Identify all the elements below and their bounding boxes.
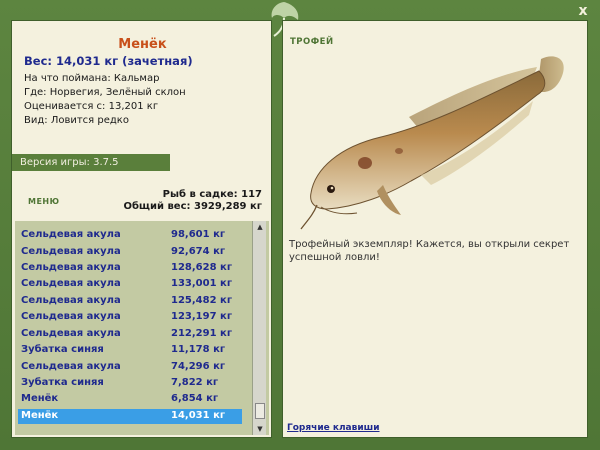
list-item[interactable]: Сельдевая акула 123,197 кг <box>18 310 242 325</box>
version-bar: Версия игры: 3.7.5 <box>12 154 170 171</box>
fish-valued: Оценивается с: 13,201 кг <box>24 101 159 112</box>
list-item-selected[interactable]: Менёк 14,031 кг <box>18 409 242 424</box>
fish-info-panel: Менёк Вес: 14,031 кг (зачетная) На что п… <box>11 20 272 438</box>
scroll-up-arrow-icon[interactable]: ▲ <box>253 221 267 233</box>
list-item-name: Сельдевая акула <box>21 262 121 273</box>
fish-place: Где: Норвегия, Зелёный склон <box>24 87 186 98</box>
list-item[interactable]: Зубатка синяя 11,178 кг <box>18 343 242 358</box>
list-item-name: Менёк <box>21 410 59 421</box>
list-item-name: Сельдевая акула <box>21 311 121 322</box>
list-item-weight: 14,031 кг <box>171 410 226 421</box>
list-item[interactable]: Сельдевая акула 74,296 кг <box>18 360 242 375</box>
fish-bait: На что поймана: Кальмар <box>24 73 160 84</box>
list-item-name: Сельдевая акула <box>21 295 121 306</box>
trophy-panel: ТРОФЕЙ Трофейный экземпляр! Кажется, вы … <box>282 20 588 438</box>
list-item[interactable]: Сельдевая акула 92,674 кг <box>18 245 242 260</box>
scroll-thumb[interactable] <box>255 403 265 419</box>
list-item-weight: 11,178 кг <box>171 344 226 355</box>
list-item-weight: 7,822 кг <box>171 377 219 388</box>
list-item-weight: 98,601 кг <box>171 229 226 240</box>
catch-total-weight: Общий вес: 3929,289 кг <box>123 201 262 212</box>
list-item-name: Сельдевая акула <box>21 278 121 289</box>
close-button[interactable]: x <box>576 4 590 18</box>
list-item-weight: 92,674 кг <box>171 246 226 257</box>
list-item-name: Сельдевая акула <box>21 229 121 240</box>
trophy-message: Трофейный экземпляр! Кажется, вы открыли… <box>289 239 570 263</box>
list-item-weight: 74,296 кг <box>171 361 226 372</box>
list-scrollbar[interactable]: ▲ ▼ <box>252 221 266 435</box>
list-item[interactable]: Сельдевая акула 212,291 кг <box>18 327 242 342</box>
menu-button[interactable]: МЕНЮ <box>28 197 60 206</box>
list-item-name: Сельдевая акула <box>21 361 121 372</box>
list-item-weight: 123,197 кг <box>171 311 233 322</box>
list-item-name: Сельдевая акула <box>21 246 121 257</box>
list-item[interactable]: Сельдевая акула 128,628 кг <box>18 261 242 276</box>
list-item[interactable]: Сельдевая акула 98,601 кг <box>18 228 242 243</box>
fish-kind: Вид: Ловится редко <box>24 115 129 126</box>
list-item-weight: 212,291 кг <box>171 328 233 339</box>
list-item-weight: 133,001 кг <box>171 278 233 289</box>
list-item[interactable]: Сельдевая акула 125,482 кг <box>18 294 242 309</box>
fish-weight: Вес: 14,031 кг (зачетная) <box>24 54 193 68</box>
hotkeys-link[interactable]: Горячие клавиши <box>287 423 380 433</box>
list-item[interactable]: Сельдевая акула 133,001 кг <box>18 277 242 292</box>
list-item-name: Сельдевая акула <box>21 328 121 339</box>
fish-name-title: Менёк <box>118 37 167 52</box>
list-item-weight: 125,482 кг <box>171 295 233 306</box>
list-item[interactable]: Менёк 6,854 кг <box>18 392 242 407</box>
catch-list[interactable]: Сельдевая акула 98,601 кг Сельдевая акул… <box>15 221 269 435</box>
list-item-weight: 6,854 кг <box>171 393 219 404</box>
list-item-name: Зубатка синяя <box>21 377 104 388</box>
fish-illustration-icon <box>300 56 564 230</box>
list-item[interactable]: Зубатка синяя 7,822 кг <box>18 376 242 391</box>
catch-count: Рыб в садке: 117 <box>162 189 262 200</box>
list-item-name: Зубатка синяя <box>21 344 104 355</box>
list-item-name: Менёк <box>21 393 59 404</box>
scroll-down-arrow-icon[interactable]: ▼ <box>253 423 267 435</box>
list-item-weight: 128,628 кг <box>171 262 233 273</box>
